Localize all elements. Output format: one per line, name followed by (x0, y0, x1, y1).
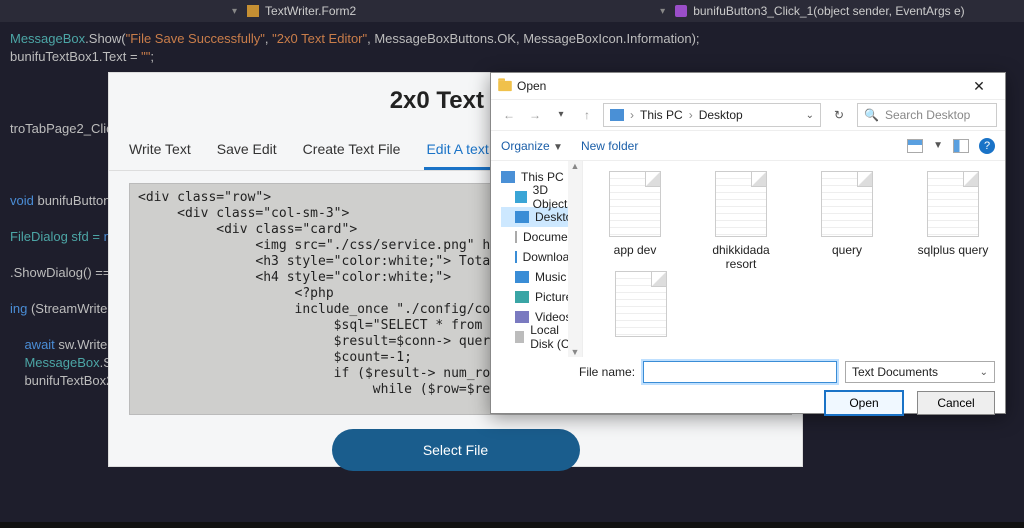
open-file-dialog: Open ✕ ← → ▾ ↑ › This PC › Desktop ⌄ ↻ 🔍… (490, 72, 1006, 414)
text-file-icon (615, 271, 667, 337)
chevron-down-icon[interactable]: ⌄ (806, 110, 814, 121)
chevron-down-icon: ▾ (660, 6, 665, 17)
tab-write-text[interactable]: Write Text (127, 133, 193, 170)
refresh-button[interactable]: ↻ (827, 108, 851, 122)
file-label: dhikkidada resort (701, 243, 781, 271)
file-label: app dev (595, 243, 675, 257)
help-icon[interactable]: ? (979, 138, 995, 154)
file-item[interactable]: sqlplus query (913, 171, 993, 257)
breadcrumb-desktop[interactable]: Desktop (699, 108, 743, 122)
navigation-pane: This PC 3D Objects Desktop Documents Dow… (491, 161, 583, 357)
search-input[interactable]: 🔍 Search Desktop (857, 103, 997, 127)
breadcrumb-method: bunifuButton3_Click_1(object sender, Eve… (693, 4, 965, 18)
nav-back-button[interactable]: ← (499, 105, 519, 125)
new-folder-button[interactable]: New folder (581, 139, 638, 153)
search-placeholder: Search Desktop (885, 108, 970, 122)
search-icon: 🔍 (864, 108, 879, 122)
dialog-title: Open (513, 79, 959, 93)
preview-pane-button[interactable] (953, 139, 969, 153)
nav-history-button[interactable]: ▾ (551, 105, 571, 125)
cancel-button[interactable]: Cancel (917, 391, 995, 415)
ide-breadcrumb-bar: ▾ TextWriter.Form2 ▾ bunifuButton3_Click… (0, 0, 1024, 22)
method-icon (675, 5, 687, 17)
breadcrumb-left[interactable]: ▾ TextWriter.Form2 (228, 4, 356, 18)
breadcrumb-class: TextWriter.Form2 (265, 4, 356, 18)
file-item[interactable] (595, 271, 675, 337)
tab-create-text-file[interactable]: Create Text File (301, 133, 403, 170)
breadcrumb-right[interactable]: ▾ bunifuButton3_Click_1(object sender, E… (656, 4, 965, 18)
address-breadcrumb[interactable]: › This PC › Desktop ⌄ (603, 103, 821, 127)
text-file-icon (609, 171, 661, 237)
open-button[interactable]: Open (825, 391, 903, 415)
text-file-icon (821, 171, 873, 237)
file-item[interactable]: query (807, 171, 887, 257)
organize-menu[interactable]: Organize ▼ (501, 139, 563, 153)
folder-icon (498, 81, 512, 91)
select-file-button[interactable]: Select File (332, 429, 580, 471)
close-button[interactable]: ✕ (959, 78, 999, 95)
file-name-input[interactable] (643, 361, 837, 383)
file-label: query (807, 243, 887, 257)
text-file-icon (715, 171, 767, 237)
text-file-icon (927, 171, 979, 237)
nav-up-button[interactable]: ↑ (577, 105, 597, 125)
class-icon (247, 5, 259, 17)
file-item[interactable]: dhikkidada resort (701, 171, 781, 271)
chevron-right-icon: › (689, 108, 693, 122)
file-label: sqlplus query (913, 243, 993, 257)
nav-forward-button[interactable]: → (525, 105, 545, 125)
file-list: app dev dhikkidada resort query sqlplus … (583, 161, 1005, 357)
pc-icon (610, 109, 624, 121)
view-mode-button[interactable] (907, 139, 923, 153)
chevron-down-icon[interactable]: ▼ (933, 140, 943, 151)
file-name-label: File name: (579, 365, 635, 379)
tab-save-edit[interactable]: Save Edit (215, 133, 279, 170)
file-item[interactable]: app dev (595, 171, 675, 257)
breadcrumb-this-pc[interactable]: This PC (640, 108, 683, 122)
file-type-select[interactable]: Text Documents⌄ (845, 361, 995, 383)
nav-scrollbar[interactable]: ▲▼ (568, 161, 582, 357)
chevron-down-icon: ▾ (232, 6, 237, 17)
chevron-right-icon: › (630, 108, 634, 122)
